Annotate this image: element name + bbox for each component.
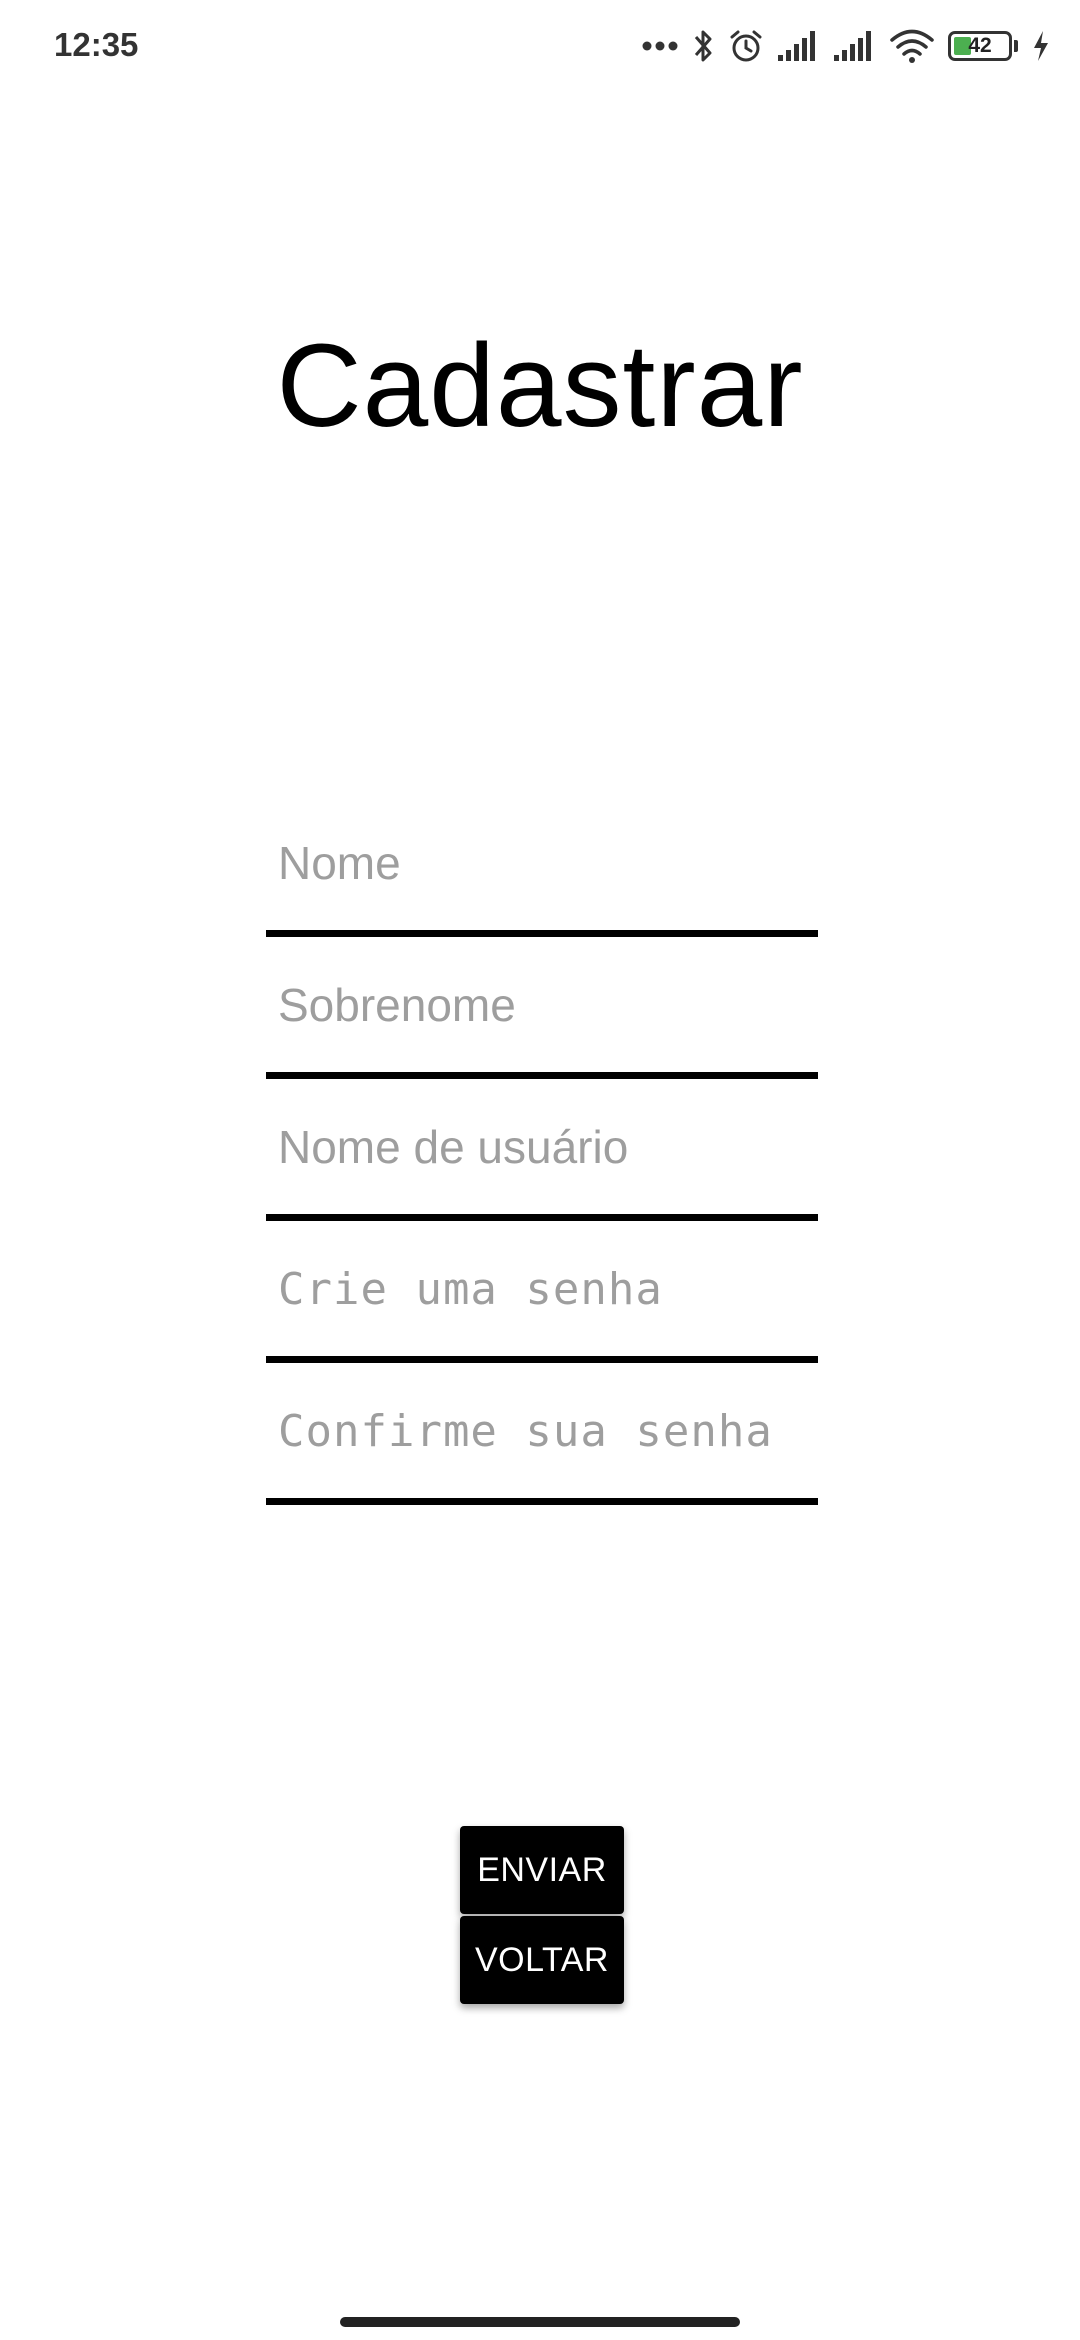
- first-name-field-container: [266, 795, 818, 937]
- username-input[interactable]: [278, 1117, 814, 1177]
- signal-icon: [834, 31, 876, 61]
- confirm-password-input[interactable]: [278, 1401, 814, 1461]
- battery-tip: [1014, 40, 1018, 52]
- status-bar: 12:35 42: [0, 0, 1080, 90]
- confirm-password-field-container: [266, 1363, 818, 1505]
- first-name-underline: [266, 930, 818, 937]
- first-name-input[interactable]: [278, 833, 814, 893]
- last-name-underline: [266, 1072, 818, 1079]
- battery-level: 42: [968, 34, 992, 57]
- home-indicator[interactable]: [340, 2317, 740, 2327]
- page-title: Cadastrar: [276, 320, 804, 452]
- alarm-icon: [728, 28, 764, 64]
- password-underline: [266, 1356, 818, 1363]
- confirm-password-underline: [266, 1498, 818, 1505]
- send-button[interactable]: ENVIAR: [460, 1826, 624, 1914]
- bluetooth-icon: [692, 28, 714, 64]
- last-name-field-container: [266, 937, 818, 1079]
- password-input[interactable]: [278, 1259, 814, 1319]
- battery-icon: 42: [948, 31, 1012, 61]
- status-icons: 42: [642, 22, 1050, 70]
- more-dots-icon: [642, 40, 678, 52]
- signal-icon: [778, 31, 820, 61]
- signup-screen: 12:35 42 Cadastrar Nome Sobrenome Nome d…: [0, 0, 1080, 2340]
- signup-form: [266, 795, 818, 1505]
- username-underline: [266, 1214, 818, 1221]
- status-time: 12:35: [54, 26, 139, 63]
- last-name-input[interactable]: [278, 975, 814, 1035]
- password-field-container: [266, 1221, 818, 1363]
- back-button[interactable]: VOLTAR: [460, 1916, 624, 2004]
- wifi-icon: [890, 29, 934, 63]
- charging-icon: [1032, 31, 1050, 61]
- username-field-container: [266, 1079, 818, 1221]
